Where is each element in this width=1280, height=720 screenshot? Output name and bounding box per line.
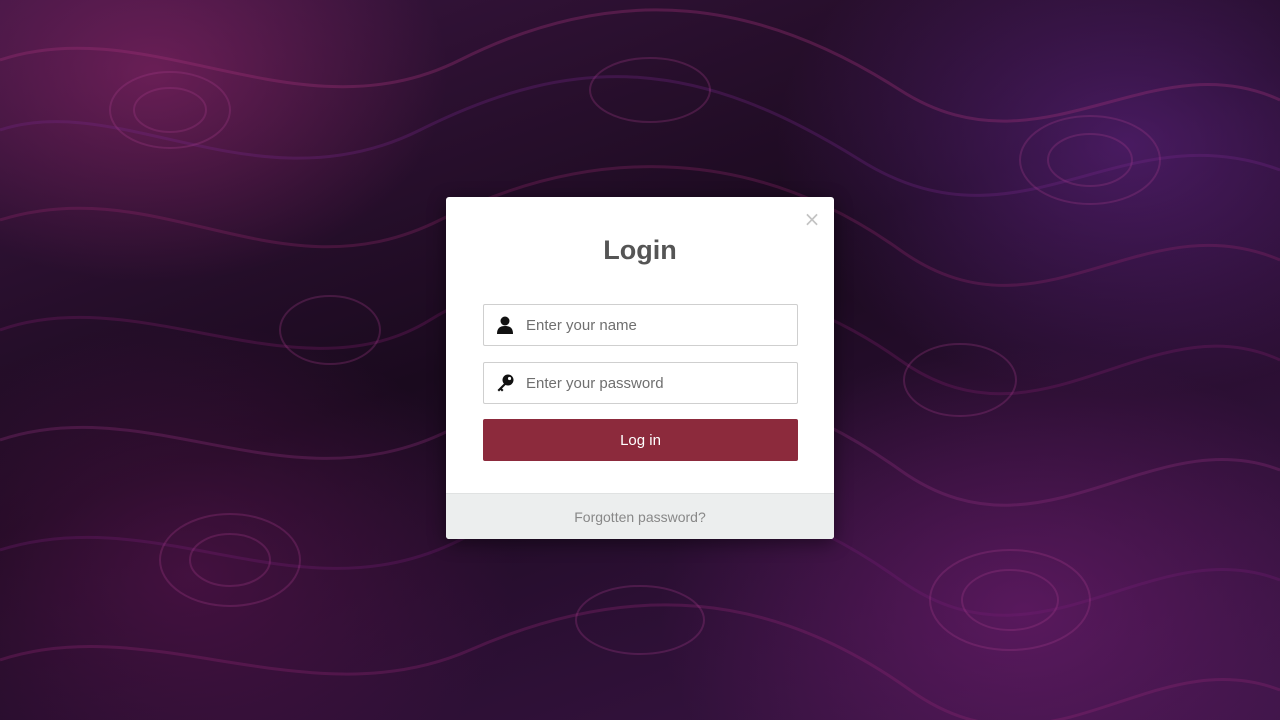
- password-input[interactable]: [526, 363, 786, 403]
- name-input[interactable]: [526, 305, 786, 345]
- close-icon[interactable]: ×: [802, 209, 822, 229]
- modal-footer: Forgotten password?: [446, 493, 834, 539]
- name-field[interactable]: [483, 304, 798, 346]
- password-field[interactable]: [483, 362, 798, 404]
- forgot-password-link[interactable]: Forgotten password?: [574, 509, 706, 525]
- login-button[interactable]: Log in: [483, 419, 798, 461]
- login-modal: × Login Log in Forgotten password?: [446, 197, 834, 539]
- modal-title: Login: [603, 235, 677, 265]
- key-icon: [497, 374, 514, 392]
- user-icon: [497, 316, 513, 334]
